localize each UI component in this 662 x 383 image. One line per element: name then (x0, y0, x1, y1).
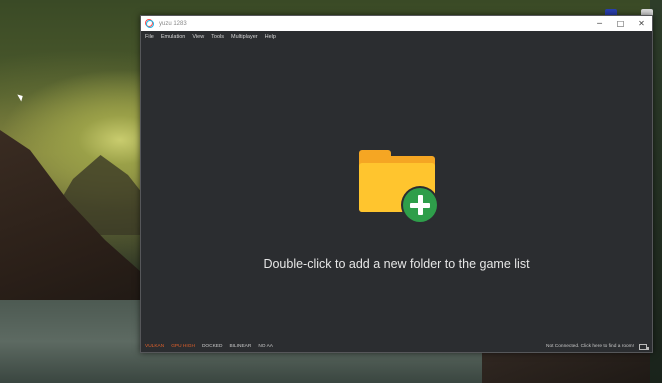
window-controls: ─ □ ✕ (589, 16, 652, 31)
menu-bar: File Emulation View Tools Multiplayer He… (141, 31, 652, 42)
plus-badge (401, 186, 439, 224)
maximize-button[interactable]: □ (610, 16, 631, 31)
menu-tools[interactable]: Tools (211, 34, 224, 40)
minimize-button[interactable]: ─ (589, 16, 610, 31)
multiplayer-status: Not Connected. Click here to find a room… (546, 343, 649, 350)
game-list-area[interactable]: Double-click to add a new folder to the … (141, 42, 652, 343)
plus-icon (403, 188, 437, 222)
status-filter[interactable]: BILINEAR (229, 344, 251, 349)
close-button[interactable]: ✕ (631, 16, 652, 31)
title-bar[interactable]: yuzu 1283 ─ □ ✕ (141, 16, 652, 31)
window-title: yuzu 1283 (159, 20, 187, 27)
menu-help[interactable]: Help (265, 34, 276, 40)
status-bar: VULKAN GPU HIGH DOCKED BILINEAR NO AA No… (141, 341, 652, 352)
yuzu-logo-icon (145, 19, 154, 28)
menu-view[interactable]: View (192, 34, 204, 40)
room-status-text[interactable]: Not Connected. Click here to find a room… (546, 344, 634, 349)
folder-tab (359, 150, 391, 162)
network-icon[interactable] (639, 343, 649, 350)
app-window: yuzu 1283 ─ □ ✕ File Emulation View Tool… (140, 15, 653, 353)
status-gpu-accuracy[interactable]: GPU HIGH (171, 344, 195, 349)
status-dock-mode[interactable]: DOCKED (202, 344, 223, 349)
menu-emulation[interactable]: Emulation (161, 34, 185, 40)
add-folder-hint: Double-click to add a new folder to the … (263, 257, 530, 271)
status-antialiasing[interactable]: NO AA (258, 344, 273, 349)
status-renderer[interactable]: VULKAN (145, 344, 164, 349)
menu-multiplayer[interactable]: Multiplayer (231, 34, 258, 40)
menu-file[interactable]: File (145, 34, 154, 40)
folder-add-icon[interactable] (359, 150, 444, 224)
